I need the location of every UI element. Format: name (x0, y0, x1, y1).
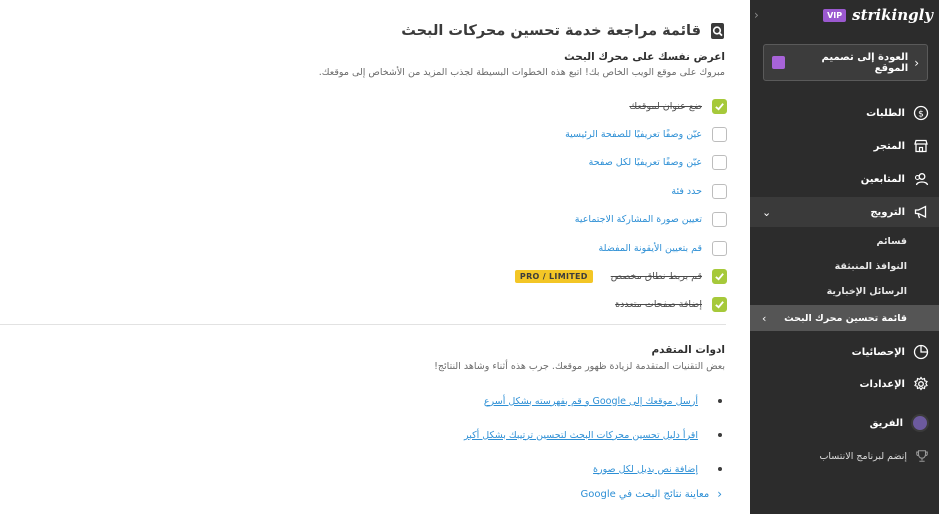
checklist-item-label: قم بربط نطاق مخصص (610, 271, 702, 283)
site-editor-icon (772, 56, 785, 69)
strikingly-logo[interactable]: strikingly (852, 6, 933, 24)
main-content: قائمة مراجعة خدمة تحسين محركات البحث اعر… (0, 0, 750, 514)
avatar (911, 414, 929, 432)
svg-text:$: $ (918, 109, 924, 119)
sidebar-item-label: الإحصائيات (851, 346, 905, 358)
sidebar-item-label: المتابعين (860, 173, 905, 185)
advanced-link[interactable]: اقرأ دليل تحسين محركات البحث لتحسين ترتي… (464, 430, 698, 441)
pro-limited-badge: PRO / LIMITED (514, 270, 593, 284)
google-preview-label[interactable]: معاينة نتائج البحث في Google (580, 489, 709, 500)
check-icon (715, 301, 724, 309)
vip-badge: VIP (823, 8, 847, 22)
google-preview-toggle[interactable]: ‹ معاينة نتائج البحث في Google (580, 487, 722, 501)
chevron-left-icon: ‹ (717, 487, 722, 501)
advanced-tools-description: بعض التقنيات المتقدمة لزيادة ظهور موقعك.… (434, 361, 725, 372)
checkbox[interactable] (712, 212, 727, 228)
checklist-item[interactable]: حدد فئة (227, 177, 727, 205)
checkbox[interactable] (712, 155, 727, 171)
megaphone-icon (914, 205, 927, 219)
back-to-editor-button[interactable]: ‹ العودة إلى تصميم الموقع (763, 44, 928, 81)
section-description: مبروك على موقع الويب الخاص بك! اتبع هذه … (318, 67, 725, 78)
checklist-item-label[interactable]: تعيين صورة المشاركة الاجتماعية (575, 214, 702, 225)
sidebar-item-store[interactable]: المتجر (750, 131, 939, 161)
sidebar-subitem-coupons[interactable]: قسائم (877, 236, 907, 247)
bullet-icon (718, 467, 722, 471)
page-header: قائمة مراجعة خدمة تحسين محركات البحث (401, 22, 727, 40)
sidebar-item-marketing[interactable]: الترويج ⌄ (750, 197, 939, 227)
checklist-item-label[interactable]: عيّن وصفًا تعريفيًا للصفحة الرئيسية (565, 129, 702, 140)
trophy-icon (916, 450, 928, 462)
sidebar-item-label: الإعدادات (859, 378, 905, 390)
gear-icon (914, 376, 928, 391)
list-item: اقرأ دليل تحسين محركات البحث لتحسين ترتي… (464, 418, 722, 452)
checkbox[interactable] (712, 127, 727, 143)
sidebar-item-settings[interactable]: الإعدادات (750, 369, 939, 399)
pie-chart-icon (913, 344, 929, 360)
checklist-item[interactable]: قم بربط نطاق مخصص PRO / LIMITED (227, 262, 727, 290)
sidebar: › VIP strikingly ‹ العودة إلى تصميم المو… (750, 0, 939, 514)
checklist-item[interactable]: عيّن وصفًا تعريفيًا لكل صفحة (227, 149, 727, 177)
sidebar-subitem-seo-checklist[interactable]: قائمة تحسين محرك البحث › (750, 305, 939, 331)
checklist-item[interactable]: ضع عنوان لموقعك (227, 92, 727, 120)
checkbox-checked[interactable] (712, 297, 727, 313)
store-icon (914, 139, 928, 153)
sidebar-subitem-newsletters[interactable]: الرسائل الإخبارية (827, 286, 907, 297)
checklist-item-label[interactable]: عيّن وصفًا تعريفيًا لكل صفحة (589, 157, 702, 168)
checkbox-checked[interactable] (712, 269, 727, 285)
sidebar-item-team[interactable]: الفريق (750, 408, 939, 438)
chevron-left-icon: › (762, 311, 767, 325)
checkbox-checked[interactable] (712, 98, 727, 114)
checklist-item-label: ضع عنوان لموقعك (629, 100, 702, 112)
sidebar-subitem-label: قائمة تحسين محرك البحث (784, 312, 907, 324)
page-title: قائمة مراجعة خدمة تحسين محركات البحث (401, 23, 701, 39)
checklist-item-label[interactable]: قم بتعيين الأيقونة المفضلة (599, 243, 702, 254)
sidebar-item-label: الفريق (869, 417, 903, 429)
checkbox[interactable] (712, 240, 727, 256)
seo-checklist: ضع عنوان لموقعك عيّن وصفًا تعريفيًا للصف… (227, 92, 727, 319)
checklist-item[interactable]: إضافة صفحات متعددة (227, 291, 727, 319)
chevron-down-icon: ⌄ (762, 205, 772, 219)
sidebar-item-affiliate[interactable]: إنضم لبرنامج الانتساب (819, 449, 929, 463)
checklist-item[interactable]: تعيين صورة المشاركة الاجتماعية (227, 206, 727, 234)
list-item: إضافة نص بديل لكل صورة (464, 452, 722, 486)
bullet-icon (718, 399, 722, 403)
bullet-icon (718, 433, 722, 437)
advanced-link[interactable]: إضافة نص بديل لكل صورة (593, 464, 698, 475)
section-divider (0, 324, 726, 325)
advanced-link[interactable]: أرسل موقعك إلى Google و قم بفهرسته بشكل … (484, 396, 698, 407)
check-icon (715, 273, 724, 281)
checklist-item[interactable]: عيّن وصفًا تعريفيًا للصفحة الرئيسية (227, 120, 727, 148)
dollar-icon: $ (913, 105, 929, 121)
sidebar-item-label: المتجر (873, 140, 905, 152)
check-icon (715, 102, 724, 111)
seo-search-icon (711, 23, 724, 39)
sidebar-item-followers[interactable]: المتابعين (750, 164, 939, 194)
section-title: اعرض نفسك على محرك البحث (564, 51, 725, 63)
sidebar-item-orders[interactable]: $ الطلبات (750, 98, 939, 128)
users-icon (914, 173, 929, 186)
sidebar-item-label: الترويج (870, 206, 905, 218)
sidebar-item-label: إنضم لبرنامج الانتساب (819, 450, 907, 462)
collapse-sidebar-icon[interactable]: › (754, 8, 759, 22)
checklist-item-label: إضافة صفحات متعددة (615, 299, 702, 311)
chevron-left-icon: ‹ (914, 55, 919, 70)
checkbox[interactable] (712, 183, 727, 199)
sidebar-subitem-popups[interactable]: النوافذ المنبثقة (835, 261, 907, 272)
sidebar-item-analytics[interactable]: الإحصائيات (750, 337, 939, 367)
checklist-item[interactable]: قم بتعيين الأيقونة المفضلة (227, 234, 727, 262)
checklist-item-label[interactable]: حدد فئة (671, 186, 702, 197)
back-to-editor-label: العودة إلى تصميم الموقع (821, 51, 909, 74)
brand: VIP strikingly (823, 6, 933, 24)
advanced-tools-title: ادوات المتقدم (651, 344, 725, 356)
list-item: أرسل موقعك إلى Google و قم بفهرسته بشكل … (464, 384, 722, 418)
advanced-tools-list: أرسل موقعك إلى Google و قم بفهرسته بشكل … (464, 384, 722, 486)
sidebar-item-label: الطلبات (866, 107, 905, 119)
